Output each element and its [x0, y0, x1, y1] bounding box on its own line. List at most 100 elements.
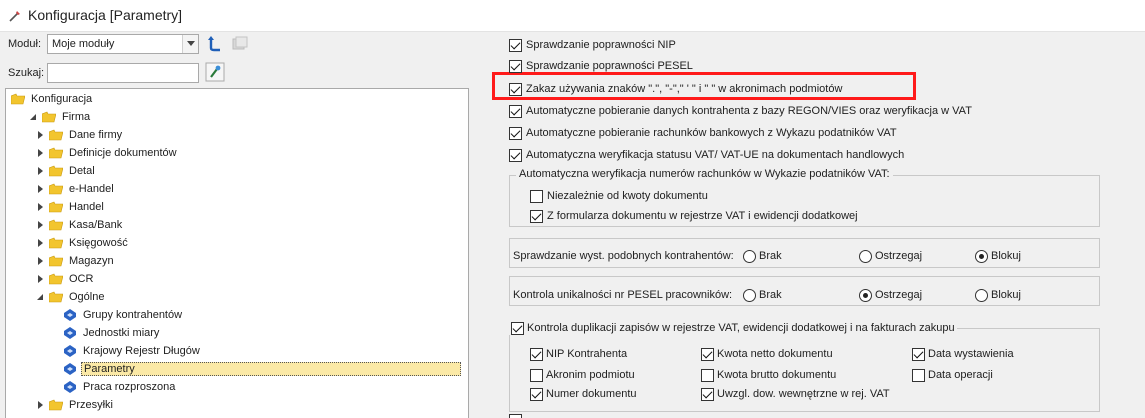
net-amount-label: Kwota netto dokumentu [717, 348, 833, 360]
checkbox-operation-date[interactable] [912, 369, 925, 382]
tree-item-label: Przesyłki [69, 399, 114, 411]
checkbox-acronym-chars-ban[interactable] [509, 83, 522, 96]
tree-item-label: Definicje dokumentów [69, 147, 177, 159]
tree-item[interactable]: Konfiguracja [10, 90, 94, 108]
folder-icon [48, 399, 64, 411]
folder-icon [48, 129, 64, 141]
similar-contractors-label: Sprawdzanie wyst. podobnych kontrahentów… [513, 250, 734, 262]
chevron-right-icon[interactable] [35, 400, 45, 410]
internal-docs-label: Uwzgl. dow. wewnętrzne w rej. VAT [717, 388, 890, 400]
checkbox-pesel-validation[interactable] [509, 60, 522, 73]
folder-icon [48, 273, 64, 285]
chevron-right-icon[interactable] [35, 166, 45, 176]
chevron-right-icon[interactable] [35, 148, 45, 158]
tree-item[interactable]: OCR [35, 270, 95, 288]
tree-item[interactable]: Dane firmy [35, 126, 124, 144]
chevron-right-icon[interactable] [35, 256, 45, 266]
folder-icon [48, 165, 64, 177]
tree-item[interactable]: Krajowy Rejestr Długów [63, 342, 202, 360]
chevron-down-icon[interactable] [182, 35, 198, 53]
checkbox-nip-contractor[interactable] [530, 348, 543, 361]
auto-verify-group-title: Automatyczna weryfikacja numerów rachunk… [516, 168, 893, 180]
tree-item-label: Dane firmy [69, 129, 123, 141]
chevron-right-icon[interactable] [35, 238, 45, 248]
checkbox-dup-control[interactable] [511, 322, 524, 335]
title-bar: Konfiguracja [Parametry] [0, 0, 1145, 32]
tree-item[interactable]: Firma [28, 108, 92, 126]
checkbox-net-amount[interactable] [701, 348, 714, 361]
modul-select[interactable]: Moje moduły [47, 34, 199, 54]
modul-label: Moduł: [8, 38, 42, 50]
tree-item[interactable]: Magazyn [35, 252, 116, 270]
folder-icon [48, 291, 64, 303]
magic-search-icon [205, 62, 225, 82]
tree-item[interactable]: Ogólne [35, 288, 106, 306]
from-document-form-label: Z formularza dokumentu w rejestrze VAT i… [547, 210, 858, 222]
tree-item[interactable]: Grupy kontrahentów [63, 306, 184, 324]
radio-pesel-ostrzegaj[interactable] [859, 289, 872, 302]
search-button[interactable] [205, 62, 225, 82]
checkbox-partial[interactable] [509, 414, 522, 418]
parameter-node-icon [63, 344, 77, 358]
radio-similar-brak[interactable] [743, 250, 756, 263]
gross-amount-label: Kwota brutto dokumentu [717, 369, 837, 381]
refresh-button[interactable] [205, 34, 225, 54]
checkbox-gross-amount[interactable] [701, 369, 714, 382]
chevron-right-icon[interactable] [35, 274, 45, 284]
parameter-node-icon [63, 380, 77, 394]
tree-item[interactable]: Parametry [63, 360, 461, 378]
tree-item[interactable]: Definicje dokumentów [35, 144, 179, 162]
tree-item-label: e-Handel [69, 183, 114, 195]
checkbox-document-number[interactable] [530, 388, 543, 401]
nip-validation-label: Sprawdzanie poprawności NIP [526, 39, 676, 51]
checkbox-regon-vies[interactable] [509, 105, 522, 118]
chevron-right-icon[interactable] [35, 220, 45, 230]
pesel-blokuj-label: Blokuj [991, 289, 1021, 301]
copy-button[interactable] [230, 34, 250, 54]
folder-icon [48, 219, 64, 231]
search-input[interactable] [47, 63, 199, 83]
modul-select-value: Moje moduły [52, 38, 115, 50]
tree-item[interactable]: Handel [35, 198, 106, 216]
tree-item[interactable]: Jednostki miary [63, 324, 161, 342]
tree-item-label: Handel [69, 201, 104, 213]
chevron-right-icon[interactable] [35, 184, 45, 194]
tree-item[interactable]: Detal [35, 162, 97, 180]
tree-item[interactable]: Kasa/Bank [35, 216, 124, 234]
issue-date-label: Data wystawienia [928, 348, 1014, 360]
folder-icon [48, 147, 64, 159]
checkbox-bank-accounts[interactable] [509, 127, 522, 140]
tree-item-label: Grupy kontrahentów [83, 309, 183, 321]
radio-similar-ostrzegaj[interactable] [859, 250, 872, 263]
tree-item[interactable]: Księgowość [35, 234, 130, 252]
checkbox-internal-docs[interactable] [701, 388, 714, 401]
vat-status-label: Automatyczna weryfikacja statusu VAT/ VA… [526, 149, 905, 161]
checkbox-issue-date[interactable] [912, 348, 925, 361]
similar-ostrzegaj-label: Ostrzegaj [875, 250, 923, 262]
checkbox-vat-status[interactable] [509, 149, 522, 162]
checkbox-nip-validation[interactable] [509, 39, 522, 52]
parameter-node-icon [63, 308, 77, 322]
chevron-right-icon[interactable] [35, 202, 45, 212]
pesel-validation-label: Sprawdzanie poprawności PESEL [526, 60, 693, 72]
radio-similar-blokuj[interactable] [975, 250, 988, 263]
parameter-node-icon [63, 362, 77, 376]
chevron-expanded-icon[interactable] [28, 112, 38, 122]
document-number-label: Numer dokumentu [546, 388, 637, 400]
chevron-right-icon[interactable] [35, 130, 45, 140]
checkbox-regardless-amount[interactable] [530, 190, 543, 203]
tree-item[interactable]: Praca rozproszona [63, 378, 177, 396]
folder-icon [48, 255, 64, 267]
window-title: Konfiguracja [Parametry] [28, 7, 183, 23]
config-tree[interactable]: Konfiguracja Firma Dane firmy Definicje dok… [5, 88, 469, 418]
checkbox-from-document-form[interactable] [530, 210, 543, 223]
tree-item-label: Praca rozproszona [83, 381, 176, 393]
operation-date-label: Data operacji [928, 369, 993, 381]
tree-item[interactable]: e-Handel [35, 180, 116, 198]
tree-item[interactable]: Przesyłki [35, 396, 115, 414]
radio-pesel-brak[interactable] [743, 289, 756, 302]
chevron-expanded-icon[interactable] [35, 292, 45, 302]
checkbox-entity-acronym[interactable] [530, 369, 543, 382]
radio-pesel-blokuj[interactable] [975, 289, 988, 302]
similar-brak-label: Brak [759, 250, 782, 262]
